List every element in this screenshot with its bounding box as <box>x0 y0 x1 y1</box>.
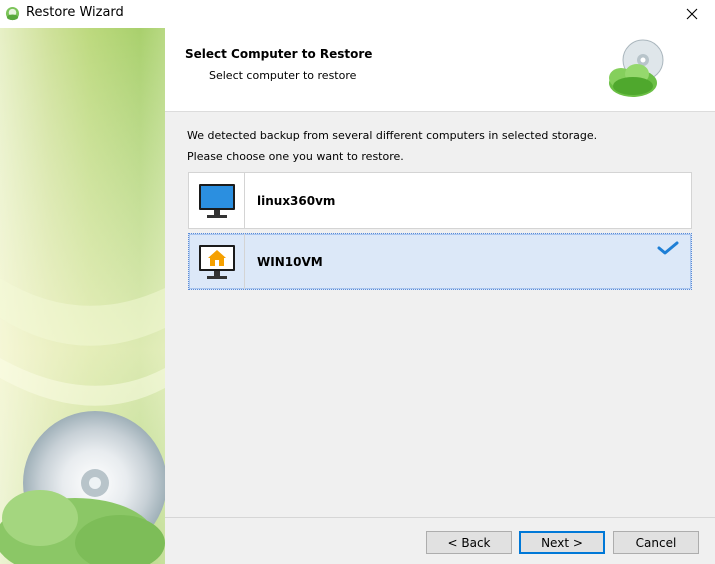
close-icon <box>686 8 698 20</box>
cancel-button[interactable]: Cancel <box>613 531 699 554</box>
back-button[interactable]: < Back <box>426 531 512 554</box>
home-monitor-icon <box>198 244 235 279</box>
app-icon <box>5 6 20 21</box>
wizard-content: We detected backup from several differen… <box>165 112 715 517</box>
page-subtitle: Select computer to restore <box>209 69 357 82</box>
next-button[interactable]: Next > <box>519 531 605 554</box>
computer-name: WIN10VM <box>257 254 323 269</box>
title-bar: Restore Wizard <box>0 0 715 28</box>
computer-item-win10vm[interactable]: WIN10VM <box>188 233 692 290</box>
wizard-footer: < Back Next > Cancel <box>165 517 715 564</box>
page-title: Select Computer to Restore <box>185 47 373 61</box>
description-line-2: Please choose one you want to restore. <box>187 150 404 163</box>
window-title: Restore Wizard <box>26 5 124 20</box>
description: We detected backup from several differen… <box>187 125 597 167</box>
computer-list: linux360vm WIN10VM <box>188 172 692 294</box>
close-button[interactable] <box>669 0 715 28</box>
checkmark-icon <box>657 241 679 255</box>
wizard-header: Select Computer to Restore Select comput… <box>165 28 715 112</box>
monitor-icon <box>198 183 235 218</box>
side-banner <box>0 28 165 564</box>
computer-item-linux360vm[interactable]: linux360vm <box>188 172 692 229</box>
description-line-1: We detected backup from several differen… <box>187 129 598 142</box>
disc-cloud-icon <box>609 39 664 97</box>
computer-name: linux360vm <box>257 193 336 208</box>
side-banner-art <box>0 28 165 564</box>
